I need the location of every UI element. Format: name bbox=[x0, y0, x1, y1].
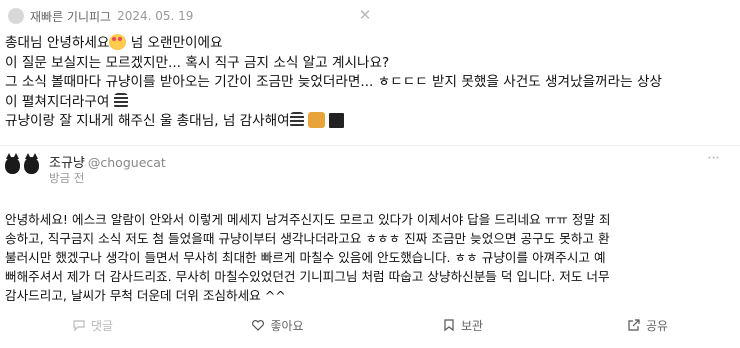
share-label: 공유 bbox=[645, 318, 669, 333]
lines-icon bbox=[289, 112, 304, 128]
like-button[interactable]: 좋아요 bbox=[185, 312, 370, 338]
cat-icon bbox=[308, 112, 326, 128]
question-date: 2024. 05. 19 bbox=[117, 9, 194, 23]
lines-icon bbox=[113, 92, 128, 109]
share-icon bbox=[628, 319, 640, 331]
close-icon[interactable]: ✕ bbox=[357, 7, 373, 23]
answer-line: 불러시만 했겠구나 생각이 들면서 무사히 최대한 빠르게 마칠수 있음에 안도… bbox=[5, 250, 606, 265]
answer-line: 안녕하세요! 에스크 알람이 안와서 이렇게 메세지 남겨주신지도 모르고 있다… bbox=[5, 212, 611, 227]
answer-author: 조규냥 @choguecat 방금 전 ··· bbox=[5, 150, 735, 185]
asker-avatar bbox=[8, 8, 24, 24]
question-meta: 재빠른 기니피그 2024. 05. 19 bbox=[8, 6, 193, 26]
answer-body: 안녕하세요! 에스크 알람이 안와서 이렇게 메세지 남겨주신지도 모르고 있다… bbox=[5, 210, 735, 305]
answer-line: 송하고, 직구금지 소식 저도 첨 들었을때 규냥이부터 생각나더라고요 ㅎㅎㅎ… bbox=[5, 231, 610, 246]
author-name[interactable]: 조규냥 @choguecat bbox=[49, 152, 166, 171]
comment-label: 댓글 bbox=[90, 318, 114, 333]
author-handle: @choguecat bbox=[87, 155, 166, 170]
share-button[interactable]: 공유 bbox=[555, 312, 740, 338]
smiling-face-icon bbox=[109, 34, 127, 50]
answer-time: 방금 전 bbox=[49, 171, 85, 185]
question-line: 이 펼쳐지더라구여 bbox=[5, 92, 735, 113]
question-line: 그 소식 볼때마다 규냥이를 받아오는 기간이 조금만 늦었더라면... ㅎㄷㄷ… bbox=[5, 74, 662, 90]
save-button[interactable]: 보관 bbox=[370, 312, 555, 338]
save-label: 보관 bbox=[460, 318, 484, 333]
author-avatar[interactable] bbox=[5, 153, 45, 181]
comment-button[interactable]: 댓글 bbox=[0, 312, 185, 338]
answer-line: 뻐해주셔서 제가 더 감사드리죠. 무사히 마칠수있었던건 기니피그님 처럼 따… bbox=[5, 269, 610, 284]
comment-icon bbox=[73, 320, 85, 332]
question-body: 총대님 안녕하세요 넘 오랜만이에요 이 질문 보실지는 모르겠지만... 혹시… bbox=[5, 34, 735, 132]
cat-face-icon bbox=[5, 153, 20, 174]
like-label: 좋아요 bbox=[270, 318, 304, 333]
more-icon[interactable]: ··· bbox=[703, 150, 723, 169]
question-line: 규냥이랑 잘 지내게 해주신 울 총대님, 넘 감사해여 bbox=[5, 112, 735, 132]
bookmark-icon bbox=[444, 319, 454, 332]
action-bar: 댓글 좋아요 보관 공유 bbox=[0, 312, 740, 338]
question-line: 총대님 안녕하세요 넘 오랜만이에요 bbox=[5, 34, 223, 51]
cat-face-icon bbox=[24, 153, 39, 174]
divider bbox=[0, 145, 740, 146]
asker-name: 재빠른 기니피그 bbox=[30, 9, 112, 24]
question-line: 이 질문 보실지는 모르겠지만... 혹시 직구 금지 소식 알고 계시나요? bbox=[5, 54, 390, 71]
black-square-icon bbox=[329, 113, 345, 128]
heart-icon bbox=[252, 320, 265, 331]
answer-line: 감사드리고, 날씨가 무척 더운데 더위 조심하세요 ^^ bbox=[5, 288, 286, 303]
